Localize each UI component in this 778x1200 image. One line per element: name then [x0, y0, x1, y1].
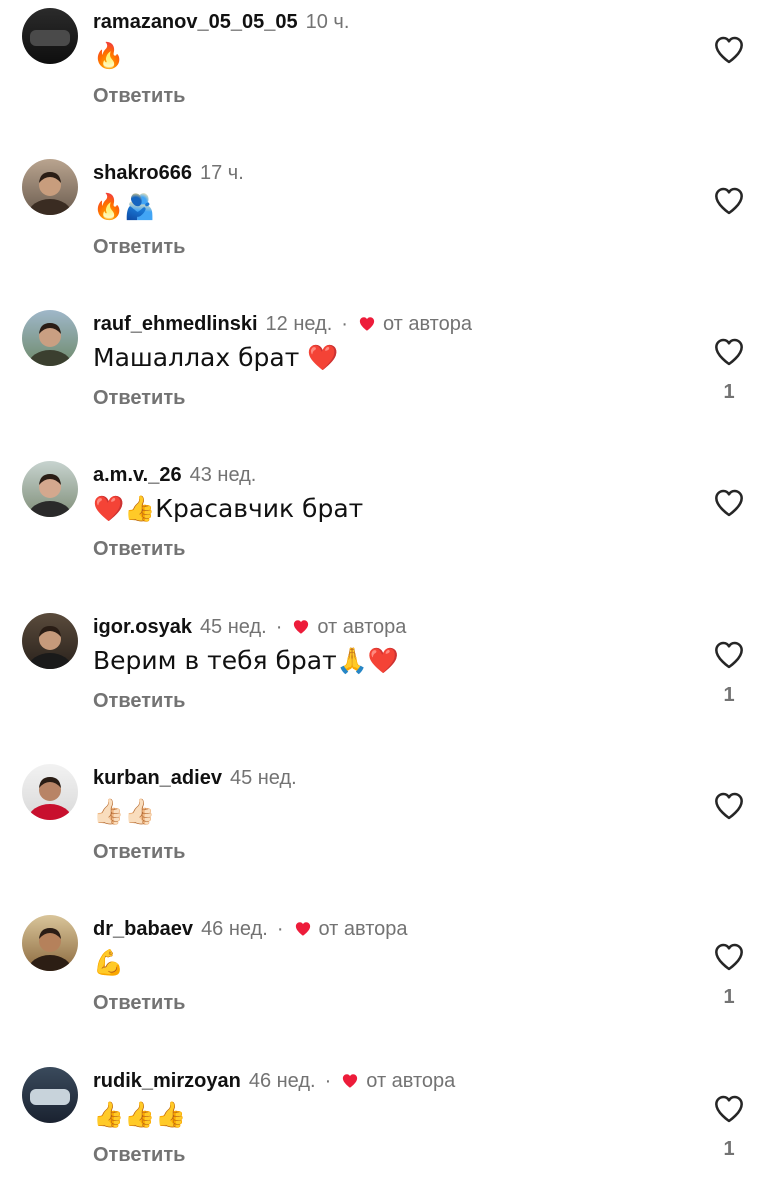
comment-text: Машаллах брат ❤️	[93, 343, 339, 372]
liked-by-author-label: от автора	[382, 313, 472, 335]
avatar[interactable]	[22, 764, 78, 820]
reply-button[interactable]: Ответить	[93, 233, 185, 261]
avatar[interactable]	[22, 8, 78, 64]
avatar[interactable]	[22, 461, 78, 517]
reply-button[interactable]: Ответить	[93, 82, 185, 110]
comment-header: shakro666 17 ч.	[93, 159, 244, 187]
author-heart-icon	[359, 317, 375, 331]
like-heart-icon[interactable]	[712, 941, 746, 973]
like-heart-icon[interactable]	[712, 34, 746, 66]
username-link[interactable]: ramazanov_05_05_05	[93, 8, 298, 36]
username-link[interactable]: dr_babaev	[93, 915, 193, 943]
timestamp: 10 ч.	[305, 11, 350, 33]
comment-header: igor.osyak 45 нед. · от автора	[93, 613, 406, 641]
like-heart-icon[interactable]	[712, 336, 746, 368]
reply-button[interactable]: Ответить	[93, 989, 185, 1017]
timestamp: 45 нед.	[229, 767, 297, 789]
separator-dot: ·	[341, 313, 348, 335]
like-heart-icon[interactable]	[712, 185, 746, 217]
timestamp: 43 нед.	[189, 464, 257, 486]
avatar[interactable]	[22, 613, 78, 669]
comment-header: kurban_adiev 45 нед.	[93, 764, 297, 792]
author-heart-icon	[295, 922, 310, 936]
like-heart-icon[interactable]	[712, 790, 746, 822]
reply-button[interactable]: Ответить	[93, 838, 185, 866]
comment-text: 👍👍👍	[93, 1100, 187, 1129]
like-heart-icon[interactable]	[712, 639, 746, 671]
avatar[interactable]	[22, 915, 78, 971]
author-heart-icon	[343, 1074, 358, 1088]
comment-item: kurban_adiev 45 нед. 👍🏻👍🏻 Ответить	[0, 760, 778, 910]
separator-dot: ·	[275, 616, 283, 638]
comment-text: 🔥	[93, 41, 125, 70]
reply-button[interactable]: Ответить	[93, 384, 185, 412]
comment-header: ramazanov_05_05_05 10 ч.	[93, 8, 349, 36]
timestamp: 17 ч.	[199, 162, 244, 184]
comment-header: a.m.v._26 43 нед.	[93, 461, 256, 489]
username-link[interactable]: rudik_mirzoyan	[93, 1067, 241, 1095]
like-count: 1	[723, 381, 735, 403]
comment-header: rauf_ehmedlinski 12 нед. · от автора	[93, 310, 472, 338]
comment-item: dr_babaev 46 нед. · от автора 💪 Ответить 1	[0, 911, 778, 1061]
like-heart-icon[interactable]	[712, 1093, 746, 1125]
like-count: 1	[723, 1138, 735, 1160]
username-link[interactable]: shakro666	[93, 159, 192, 187]
like-count: 1	[723, 684, 735, 706]
comments-list: ramazanov_05_05_05 10 ч. 🔥 Ответить shakro66…	[0, 0, 778, 1200]
username-link[interactable]: a.m.v._26	[93, 461, 182, 489]
reply-button[interactable]: Ответить	[93, 687, 185, 715]
comment-text: Верим в тебя брат🙏❤️	[93, 646, 399, 675]
comment-item: rudik_mirzoyan 46 нед. · от автора 👍👍👍 Ответи…	[0, 1063, 778, 1200]
liked-by-author-label: от автора	[366, 1070, 456, 1092]
comment-text: 🔥🫂	[93, 192, 156, 221]
timestamp: 45 нед.	[199, 616, 267, 638]
reply-button[interactable]: Ответить	[93, 535, 185, 563]
liked-by-author-label: от автора	[317, 616, 407, 638]
separator-dot: ·	[276, 918, 284, 940]
comment-header: dr_babaev 46 нед. · от автора	[93, 915, 408, 943]
like-count: 1	[723, 986, 735, 1008]
comment-text: 👍🏻👍🏻	[93, 797, 156, 826]
username-link[interactable]: rauf_ehmedlinski	[93, 310, 258, 338]
reply-button[interactable]: Ответить	[93, 1141, 185, 1169]
avatar[interactable]	[22, 1067, 78, 1123]
avatar[interactable]	[22, 310, 78, 366]
timestamp: 46 нед.	[248, 1070, 316, 1092]
separator-dot: ·	[324, 1070, 332, 1092]
comment-item: igor.osyak 45 нед. · от автора Верим в тебя …	[0, 609, 778, 759]
comment-item: a.m.v._26 43 нед. ❤️👍Красавчик брат Ответит…	[0, 457, 778, 607]
comment-item: ramazanov_05_05_05 10 ч. 🔥 Ответить	[0, 4, 778, 154]
comment-item: shakro666 17 ч. 🔥🫂 Ответить	[0, 155, 778, 305]
liked-by-author-label: от автора	[318, 918, 408, 940]
timestamp: 12 нед.	[265, 313, 333, 335]
comment-text: 💪	[93, 948, 125, 977]
username-link[interactable]: igor.osyak	[93, 613, 192, 641]
avatar[interactable]	[22, 159, 78, 215]
comment-item: rauf_ehmedlinski 12 нед. · от автора Машалла…	[0, 306, 778, 456]
like-heart-icon[interactable]	[712, 487, 746, 519]
author-heart-icon	[294, 620, 309, 634]
username-link[interactable]: kurban_adiev	[93, 764, 222, 792]
comment-text: ❤️👍Красавчик брат	[93, 494, 364, 523]
comment-header: rudik_mirzoyan 46 нед. · от автора	[93, 1067, 455, 1095]
timestamp: 46 нед.	[201, 918, 268, 940]
